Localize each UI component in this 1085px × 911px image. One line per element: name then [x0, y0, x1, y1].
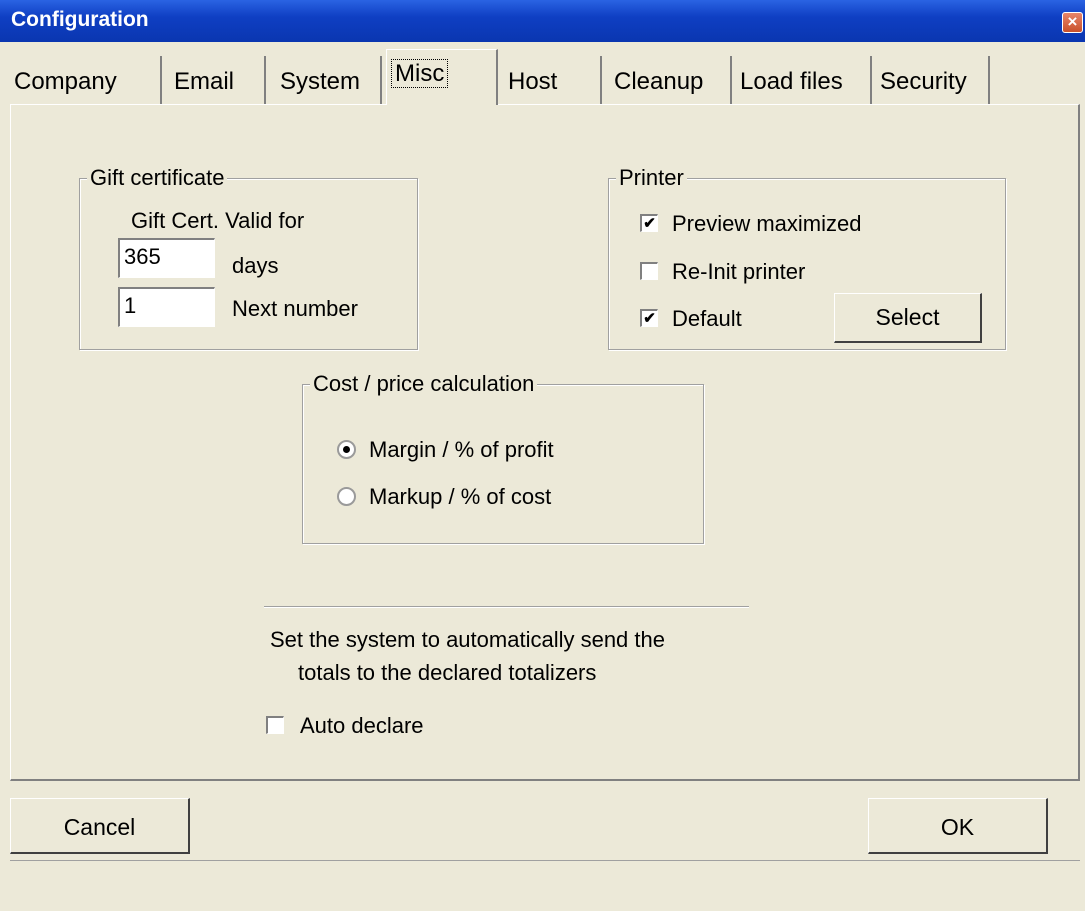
- auto-declare-label: Auto declare: [300, 713, 424, 738]
- cost-price-group: Cost / price calculation: [302, 371, 704, 544]
- select-printer-button[interactable]: Select: [834, 293, 982, 343]
- preview-maximized-checkbox[interactable]: ✔: [640, 214, 658, 232]
- auto-declare-checkbox[interactable]: [266, 716, 284, 734]
- default-printer-label: Default: [672, 306, 742, 331]
- margin-radio[interactable]: [337, 440, 356, 459]
- separator: [264, 606, 749, 608]
- tab-host[interactable]: Host: [504, 56, 602, 104]
- tab-misc[interactable]: Misc: [386, 49, 498, 105]
- tab-cleanup[interactable]: Cleanup: [610, 56, 732, 104]
- ok-button[interactable]: OK: [868, 798, 1048, 854]
- gift-days-input[interactable]: 365: [118, 238, 215, 278]
- tab-load-files[interactable]: Load files: [736, 56, 872, 104]
- status-bar: [10, 860, 1080, 910]
- default-printer-checkbox[interactable]: ✔: [640, 309, 658, 327]
- check-icon: ✔: [643, 310, 656, 327]
- check-icon: ✔: [643, 215, 656, 232]
- next-number-input[interactable]: 1: [118, 287, 215, 327]
- tab-system[interactable]: System: [276, 56, 382, 104]
- printer-title: Printer: [616, 165, 687, 191]
- auto-declare-desc-line1: Set the system to automatically send the: [270, 627, 665, 652]
- tab-security[interactable]: Security: [876, 56, 990, 104]
- reinit-printer-checkbox[interactable]: [640, 262, 658, 280]
- next-number-label: Next number: [232, 296, 358, 321]
- title-bar[interactable]: [0, 0, 1085, 42]
- preview-maximized-label: Preview maximized: [672, 211, 862, 236]
- tab-company[interactable]: Company: [10, 56, 162, 104]
- tab-strip: Company Email System Misc Host Cleanup L…: [10, 49, 1080, 106]
- tab-email[interactable]: Email: [170, 56, 266, 104]
- gift-valid-label: Gift Cert. Valid for: [131, 208, 305, 233]
- markup-radio[interactable]: [337, 487, 356, 506]
- markup-label: Markup / % of cost: [369, 484, 552, 509]
- gift-certificate-title: Gift certificate: [87, 165, 228, 191]
- radio-selected-dot: [343, 446, 350, 453]
- reinit-printer-label: Re-Init printer: [672, 259, 806, 284]
- close-button[interactable]: ×: [1062, 12, 1083, 33]
- close-icon: ×: [1067, 12, 1078, 31]
- days-label: days: [232, 253, 279, 278]
- margin-label: Margin / % of profit: [369, 437, 554, 462]
- cost-price-title: Cost / price calculation: [310, 371, 538, 397]
- window-title: Configuration: [11, 8, 149, 31]
- auto-declare-desc-line2: totals to the declared totalizers: [298, 660, 597, 685]
- cancel-button[interactable]: Cancel: [10, 798, 190, 854]
